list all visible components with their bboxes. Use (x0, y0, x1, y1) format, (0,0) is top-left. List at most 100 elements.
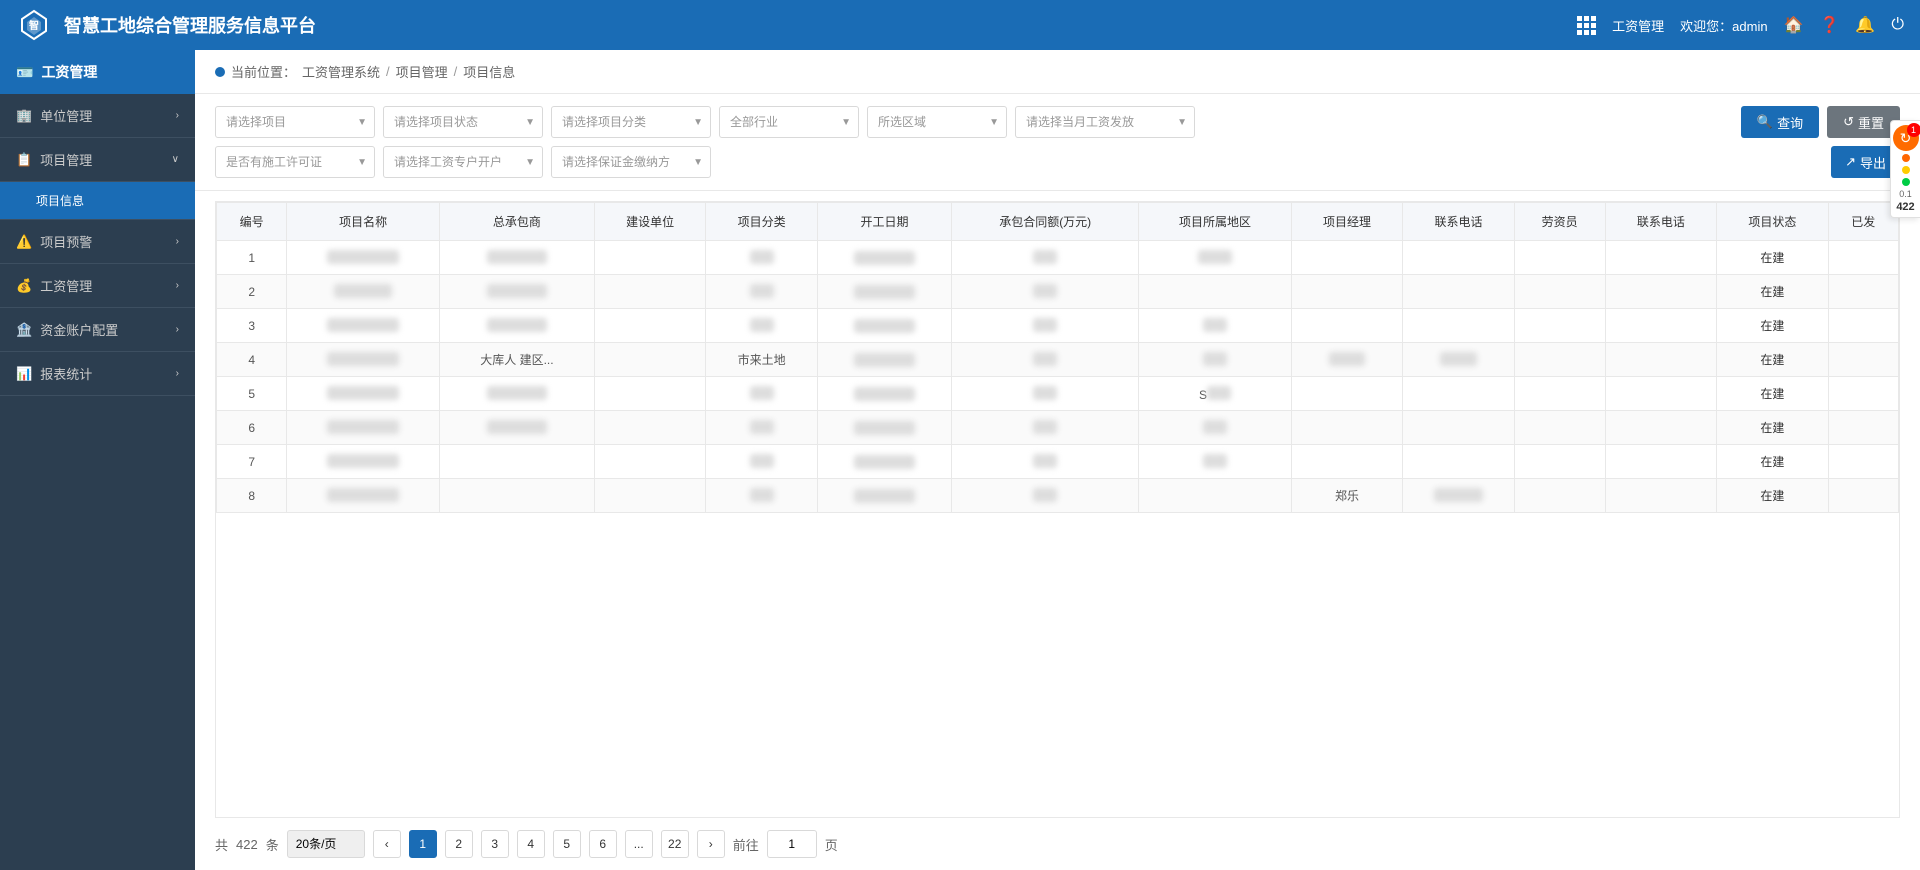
cell-name: 项目名称内容 (287, 241, 440, 275)
cell-labor (1514, 343, 1605, 377)
table-wrapper[interactable]: 编号 项目名称 总承包商 建设单位 项目分类 开工日期 承包合同额(万元) 项目… (215, 201, 1900, 818)
cell-name: 项目名称内容 (287, 411, 440, 445)
cell-issued (1828, 241, 1898, 275)
cell-region: S区域 (1139, 377, 1292, 411)
cell-start-date: 2020-01-01 (817, 411, 951, 445)
cell-status: 在建 (1717, 479, 1828, 513)
sidebar-item-report-stats[interactable]: 📊 报表统计 › (0, 352, 195, 396)
sidebar-project-mgmt-label: 项目管理 (40, 150, 92, 169)
cell-contractor: 承包商名称 (439, 309, 594, 343)
pagination: 共 422 条 10条/页 20条/页 50条/页 100条/页 ‹ 1 2 3… (215, 818, 1900, 870)
deposit-select[interactable]: 请选择保证金缴纳方 (551, 146, 711, 178)
breadcrumb-prefix: 当前位置： (231, 62, 296, 81)
cell-region (1139, 479, 1292, 513)
table-row[interactable]: 5 项目名称内容 承包商名称 分类 2020-01-01 金额 S区域 (217, 377, 1899, 411)
home-icon[interactable]: 🏠 (1784, 15, 1804, 35)
refresh-widget-wrapper: ↻ 1 (1893, 125, 1919, 151)
cell-no: 8 (217, 479, 287, 513)
toolbar: 请选择项目 ▼ 请选择项目状态 ▼ 请选择项目分类 ▼ (195, 94, 1920, 191)
bell-icon[interactable]: 🔔 (1855, 15, 1875, 35)
sidebar-item-unit-mgmt[interactable]: 🏢 单位管理 › (0, 94, 195, 138)
cell-amount: 金额 (952, 445, 1139, 479)
help-icon[interactable]: ❓ (1820, 15, 1840, 35)
page-btn-2[interactable]: 2 (445, 830, 473, 858)
grid-menu-icon[interactable] (1577, 16, 1596, 35)
page-btn-22[interactable]: 22 (661, 830, 689, 858)
page-btn-6[interactable]: 6 (589, 830, 617, 858)
chevron-down-icon: ∨ (172, 154, 179, 165)
col-amount: 承包合同额(万元) (952, 203, 1139, 241)
page-btn-ellipsis[interactable]: ... (625, 830, 653, 858)
wage-account-select[interactable]: 请选择工资专户开户 (383, 146, 543, 178)
cell-amount: 金额 (952, 479, 1139, 513)
col-start-date: 开工日期 (817, 203, 951, 241)
table-row[interactable]: 6 项目名称内容 承包商名称 分类 2020-01-01 金额 区域 (217, 411, 1899, 445)
widget-small-text: 0.1 (1899, 189, 1912, 199)
cell-issued (1828, 411, 1898, 445)
sidebar-fund-account-label: 资金账户配置 (40, 320, 118, 339)
cell-phone: 电话号码 (1403, 479, 1514, 513)
sidebar-item-project-mgmt[interactable]: 📋 项目管理 ∨ (0, 138, 195, 182)
cell-amount: 金额 (952, 309, 1139, 343)
project-status-select[interactable]: 请选择项目状态 (383, 106, 543, 138)
goto-page-input[interactable] (767, 830, 817, 858)
cell-amount: 金额 (952, 275, 1139, 309)
wage-release-select[interactable]: 请选择当月工资发放 (1015, 106, 1195, 138)
construction-permit-select[interactable]: 是否有施工许可证 (215, 146, 375, 178)
cell-start-date: 2020-01-01 (817, 479, 951, 513)
cell-contractor: 承包商名称 (439, 275, 594, 309)
cell-contractor: 承包商名称 (439, 377, 594, 411)
cell-start-date: 2020-01-01 (817, 309, 951, 343)
page-btn-1[interactable]: 1 (409, 830, 437, 858)
table-row[interactable]: 8 项目名称内容 分类 2020-01-01 金额 郑乐 电话号码 (217, 479, 1899, 513)
page-btn-3[interactable]: 3 (481, 830, 509, 858)
page-size-select[interactable]: 10条/页 20条/页 50条/页 100条/页 (287, 830, 365, 858)
page-next-button[interactable]: › (697, 830, 725, 858)
page-btn-5[interactable]: 5 (553, 830, 581, 858)
table-row[interactable]: 4 项目名称内容 大库人 建区... 市来土地 2020-01-01 金额 区域… (217, 343, 1899, 377)
sidebar-sub-item-project-info[interactable]: 项目信息 (0, 182, 195, 220)
cell-labor-phone (1605, 411, 1716, 445)
cell-manager: 郑乐 (1291, 479, 1402, 513)
table-row[interactable]: 2 F 项目名称 承包商名称 分类 2020-01-01 金额 (217, 275, 1899, 309)
goto-suffix: 页 (825, 835, 838, 854)
cell-labor-phone (1605, 309, 1716, 343)
query-button[interactable]: 🔍 查询 (1741, 106, 1819, 138)
cell-region (1139, 275, 1292, 309)
power-icon[interactable]: ⏻ (1891, 16, 1904, 34)
cell-issued (1828, 377, 1898, 411)
sidebar-item-wage-mgmt[interactable]: 💰 工资管理 › (0, 264, 195, 308)
page-btn-4[interactable]: 4 (517, 830, 545, 858)
sidebar-item-fund-account[interactable]: 🏦 资金账户配置 › (0, 308, 195, 352)
table-row[interactable]: 7 项目名称内容 分类 2020-01-01 金额 区域 (217, 445, 1899, 479)
project-icon: 📋 (16, 152, 32, 168)
project-select[interactable]: 请选择项目 (215, 106, 375, 138)
project-status-wrapper: 请选择项目状态 ▼ (383, 106, 543, 138)
cell-owner (594, 309, 705, 343)
building-icon: 🏢 (16, 108, 32, 124)
cell-no: 4 (217, 343, 287, 377)
region-select[interactable]: 所选区域 (867, 106, 1007, 138)
cell-category: 市来土地 (706, 343, 817, 377)
goto-prefix: 前往 (733, 835, 759, 854)
industry-select[interactable]: 全部行业 (719, 106, 859, 138)
sidebar-report-stats-label: 报表统计 (40, 364, 92, 383)
cell-owner (594, 377, 705, 411)
table-row[interactable]: 3 项目名称内容 承包商名称 分类 2020-01-01 金额 区域 (217, 309, 1899, 343)
cell-phone (1403, 241, 1514, 275)
cell-start-date: 2020-01-01 (817, 445, 951, 479)
page-prev-button[interactable]: ‹ (373, 830, 401, 858)
cell-status: 在建 (1717, 343, 1828, 377)
total-count: 422 (236, 837, 258, 852)
query-label: 查询 (1777, 113, 1803, 132)
project-category-select[interactable]: 请选择项目分类 (551, 106, 711, 138)
cell-issued (1828, 275, 1898, 309)
project-category-wrapper: 请选择项目分类 ▼ (551, 106, 711, 138)
table-row[interactable]: 1 项目名称内容 承包商名称 分类 2020-01-01 金额 区域... (217, 241, 1899, 275)
reset-label: 重置 (1858, 113, 1884, 132)
sidebar-item-project-warning[interactable]: ⚠️ 项目预警 › (0, 220, 195, 264)
cell-status: 在建 (1717, 309, 1828, 343)
report-icon: 📊 (16, 366, 32, 382)
cell-issued (1828, 309, 1898, 343)
chevron-right-icon5: › (176, 368, 179, 379)
